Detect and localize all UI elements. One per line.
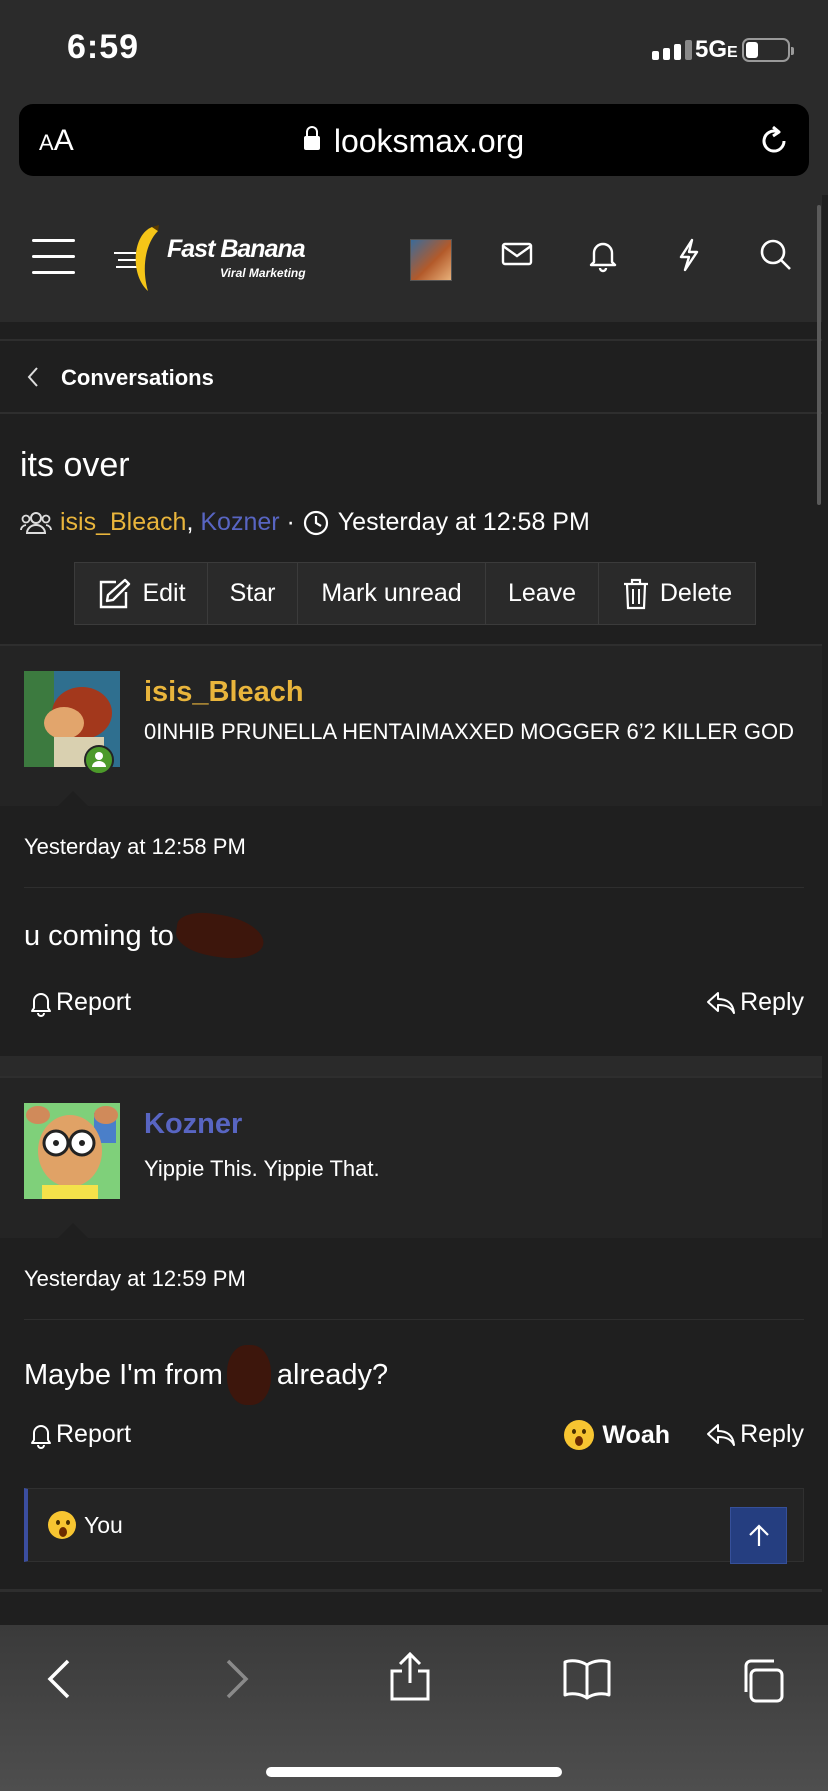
online-status-icon (84, 745, 114, 775)
clock-icon (303, 510, 328, 535)
lock-icon (303, 126, 320, 150)
divider (0, 1589, 822, 1592)
network-indicator: 5GE (695, 36, 738, 63)
reactions-who[interactable]: You (84, 1512, 123, 1539)
reply-button[interactable]: Reply (706, 988, 804, 1017)
conversation-meta: isis_Bleach, Kozner · Yesterday at 12:58… (20, 508, 590, 537)
divider (24, 1319, 804, 1320)
scrollbar[interactable] (817, 205, 821, 505)
bell-icon (31, 1424, 51, 1449)
avatar[interactable] (24, 1103, 120, 1199)
menu-icon[interactable] (32, 239, 75, 275)
status-time: 6:59 (67, 28, 140, 66)
browser-chrome: AA looksmax.org (0, 100, 828, 195)
home-indicator (266, 1767, 562, 1777)
logo-title: Fast Banana (167, 235, 306, 263)
page-title: its over (20, 446, 130, 484)
bell-icon (31, 992, 51, 1017)
mark-unread-button[interactable]: Mark unread (298, 563, 486, 624)
tabs-icon[interactable] (738, 1657, 786, 1710)
divider (0, 412, 822, 414)
breadcrumb-label[interactable]: Conversations (61, 365, 214, 391)
star-button[interactable]: Star (208, 563, 298, 624)
battery-icon (742, 38, 794, 62)
share-icon[interactable] (388, 1651, 432, 1708)
search-icon[interactable] (758, 237, 794, 278)
trash-icon (623, 578, 648, 609)
reply-icon (707, 1423, 736, 1446)
edit-icon (100, 578, 131, 608)
envelope-icon[interactable] (500, 237, 534, 276)
browser-toolbar (0, 1625, 828, 1791)
account-avatar[interactable] (410, 239, 452, 281)
chevron-left-icon (26, 366, 40, 393)
participant-link[interactable]: Kozner (200, 508, 279, 537)
message-user-header: isis_Bleach 0INHIB PRUNELLA HENTAIMAXXED… (0, 644, 822, 808)
leave-button[interactable]: Leave (486, 563, 599, 624)
reload-icon[interactable] (757, 124, 791, 163)
address-bar[interactable]: AA looksmax.org (19, 104, 809, 176)
forward-icon[interactable] (222, 1657, 252, 1706)
reaction-button[interactable]: Woah (564, 1420, 670, 1450)
site-logo[interactable]: Fast Banana Viral Marketing (112, 223, 312, 295)
message-user-header: Kozner Yippie This. Yippie That. (0, 1076, 822, 1240)
edit-button[interactable]: Edit (75, 563, 208, 624)
logo-subtitle: Viral Marketing (220, 266, 306, 280)
participant-link[interactable]: isis_Bleach (60, 508, 186, 537)
divider (0, 1056, 822, 1078)
reply-icon (707, 991, 736, 1014)
username[interactable]: isis_Bleach (144, 676, 304, 709)
participants-icon (20, 511, 52, 534)
report-button[interactable]: Report (28, 988, 131, 1017)
avatar[interactable] (24, 671, 120, 775)
user-title: 0INHIB PRUNELLA HENTAIMAXXED MOGGER 6’2 … (144, 719, 794, 744)
message-footer: Report Reply (24, 988, 804, 1022)
bookmarks-icon[interactable] (562, 1657, 612, 1706)
reactions-summary[interactable]: You (24, 1488, 804, 1562)
bell-icon[interactable] (586, 237, 620, 278)
message-body: u coming to (24, 909, 267, 963)
report-button[interactable]: Report (28, 1420, 131, 1449)
redaction-mark (173, 909, 267, 963)
signal-icon (652, 40, 692, 60)
wow-emoji-icon (48, 1511, 76, 1539)
site-header: Fast Banana Viral Marketing (0, 195, 822, 322)
conversation-date[interactable]: Yesterday at 12:58 PM (338, 508, 590, 537)
pointer-notch (56, 1223, 90, 1240)
status-bar: 6:59 5GE (0, 0, 828, 100)
user-title: Yippie This. Yippie That. (144, 1156, 380, 1181)
message-body: Maybe I'm from already? (24, 1345, 388, 1405)
pointer-notch (56, 791, 90, 808)
bolt-icon[interactable] (672, 237, 706, 278)
scroll-to-top-button[interactable] (730, 1507, 787, 1564)
username[interactable]: Kozner (144, 1108, 242, 1141)
url-field[interactable]: looksmax.org (19, 123, 809, 160)
conversation-actions: Edit Star Mark unread Leave Delete (74, 562, 756, 625)
delete-button[interactable]: Delete (599, 563, 755, 624)
back-icon[interactable] (44, 1657, 74, 1706)
breadcrumb[interactable]: Conversations (0, 341, 822, 413)
reply-button[interactable]: Reply (706, 1420, 804, 1449)
message-date[interactable]: Yesterday at 12:58 PM (24, 834, 246, 860)
message-date[interactable]: Yesterday at 12:59 PM (24, 1266, 246, 1292)
arrow-up-icon (748, 1523, 769, 1546)
wow-emoji-icon (564, 1420, 595, 1450)
redaction-mark (226, 1345, 271, 1405)
divider (24, 887, 804, 888)
message-footer: Report Woah Reply (24, 1420, 804, 1454)
